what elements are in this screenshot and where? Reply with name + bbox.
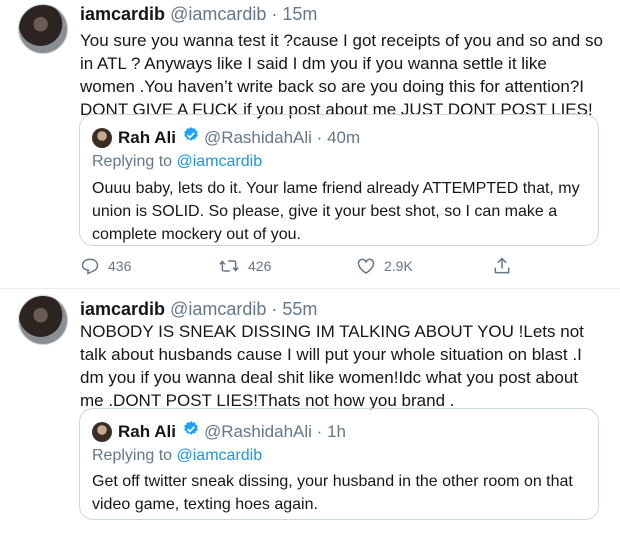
author-handle[interactable]: @iamcardib bbox=[170, 299, 266, 319]
separator: · bbox=[271, 299, 278, 319]
avatar bbox=[92, 127, 112, 148]
retweet-button[interactable]: 426 bbox=[218, 256, 271, 276]
separator: · bbox=[271, 4, 278, 24]
share-button[interactable] bbox=[492, 256, 512, 276]
avatar[interactable] bbox=[18, 295, 68, 345]
tweet-text: You sure you wanna test it ?cause I got … bbox=[80, 31, 603, 119]
quoted-tweet-text: Get off twitter sneak dissing, your husb… bbox=[92, 473, 573, 513]
replying-to: Replying to @iamcardib bbox=[92, 447, 262, 465]
share-icon bbox=[492, 256, 512, 276]
verified-icon bbox=[182, 126, 200, 149]
author-name: Rah Ali bbox=[118, 127, 176, 147]
author-name[interactable]: iamcardib bbox=[80, 299, 165, 319]
mention-link[interactable]: @iamcardib bbox=[177, 447, 263, 464]
author-name: Rah Ali bbox=[118, 421, 176, 441]
avatar[interactable] bbox=[18, 4, 68, 54]
reply-button[interactable]: 436 bbox=[80, 256, 131, 276]
author-handle: @RashidahAli bbox=[203, 421, 312, 441]
reply-icon bbox=[80, 256, 100, 276]
author-handle[interactable]: @iamcardib bbox=[170, 4, 266, 24]
quoted-tweet-text: Ouuu baby, lets do it. Your lame friend … bbox=[92, 180, 580, 243]
replying-to-prefix: Replying to bbox=[92, 447, 173, 464]
avatar bbox=[92, 421, 112, 442]
quoted-tweet-header: Rah Ali @RashidahAli · 40m bbox=[92, 126, 360, 149]
separator: · bbox=[316, 421, 323, 441]
timestamp: 1h bbox=[327, 421, 346, 441]
tweet-header: iamcardib @iamcardib · 55m bbox=[80, 299, 317, 320]
timestamp: 40m bbox=[327, 127, 361, 147]
tweet-text: NOBODY IS SNEAK DISSING IM TALKING ABOUT… bbox=[80, 322, 584, 410]
author-handle: @RashidahAli bbox=[203, 127, 312, 147]
quoted-tweet[interactable]: Rah Ali @RashidahAli · 40m Replying to @… bbox=[79, 114, 599, 246]
replying-to: Replying to @iamcardib bbox=[92, 153, 262, 171]
replying-to-prefix: Replying to bbox=[92, 153, 173, 170]
verified-icon bbox=[182, 420, 200, 443]
like-icon bbox=[356, 256, 376, 276]
like-button[interactable]: 2.9K bbox=[356, 256, 413, 276]
timestamp[interactable]: 55m bbox=[282, 299, 317, 319]
quoted-tweet[interactable]: Rah Ali @RashidahAli · 1h Replying to @i… bbox=[79, 408, 599, 520]
quoted-tweet-header: Rah Ali @RashidahAli · 1h bbox=[92, 420, 346, 443]
retweet-count: 426 bbox=[248, 258, 272, 274]
like-count: 2.9K bbox=[384, 258, 413, 274]
tweet-2[interactable]: iamcardib @iamcardib · 55m NOBODY IS SNE… bbox=[0, 289, 620, 533]
timestamp[interactable]: 15m bbox=[282, 4, 317, 24]
separator: · bbox=[316, 127, 323, 147]
mention-link[interactable]: @iamcardib bbox=[177, 153, 263, 170]
reply-count: 436 bbox=[108, 258, 132, 274]
retweet-icon bbox=[218, 256, 240, 276]
tweet-header: iamcardib @iamcardib · 15m bbox=[80, 4, 317, 25]
tweet-1[interactable]: iamcardib @iamcardib · 15m You sure you … bbox=[0, 0, 620, 289]
author-name[interactable]: iamcardib bbox=[80, 4, 165, 24]
